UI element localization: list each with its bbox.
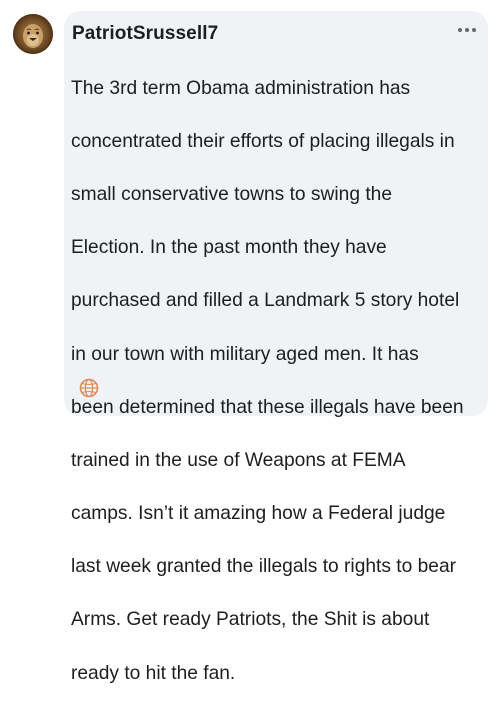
comment-text-line: concentrated their efforts of placing il…: [71, 130, 455, 152]
comment-text-line: Arms. Get ready Patriots, the Shit is ab…: [71, 609, 430, 631]
comment-text-line: camps. Isn’t it amazing how a Federal ju…: [71, 503, 446, 525]
comment-text: The 3rd term Obama administration has co…: [71, 49, 483, 714]
comment-text-line: last week granted the illegals to rights…: [71, 556, 457, 578]
comment-text-line: purchased and filled a Landmark 5 story …: [71, 290, 460, 312]
comment-text-line: Election. In the past month they have: [71, 237, 387, 259]
comment-text-line: been determined that these illegals have…: [71, 396, 464, 418]
translate-button[interactable]: [78, 377, 100, 399]
comment-text-line: in our town with military aged men. It h…: [71, 343, 419, 365]
comment-text-line: small conservative towns to swing the: [71, 183, 392, 205]
more-horizontal-icon: [458, 28, 462, 32]
more-options-button[interactable]: [454, 19, 480, 41]
comment-text-line: ready to hit the fan.: [71, 662, 236, 684]
comment-row: PatriotSrussell7 The 3rd term Obama admi…: [0, 0, 500, 684]
comment-text-line: The 3rd term Obama administration has: [71, 77, 411, 99]
comment-bubble: PatriotSrussell7 The 3rd term Obama admi…: [64, 11, 488, 684]
lion-avatar-icon: [13, 14, 53, 54]
comment-text-line: trained in the use of Weapons at FEMA: [71, 449, 406, 471]
globe-translate-icon: [79, 378, 99, 398]
avatar[interactable]: [13, 14, 53, 54]
comment-author[interactable]: PatriotSrussell7: [72, 23, 218, 45]
